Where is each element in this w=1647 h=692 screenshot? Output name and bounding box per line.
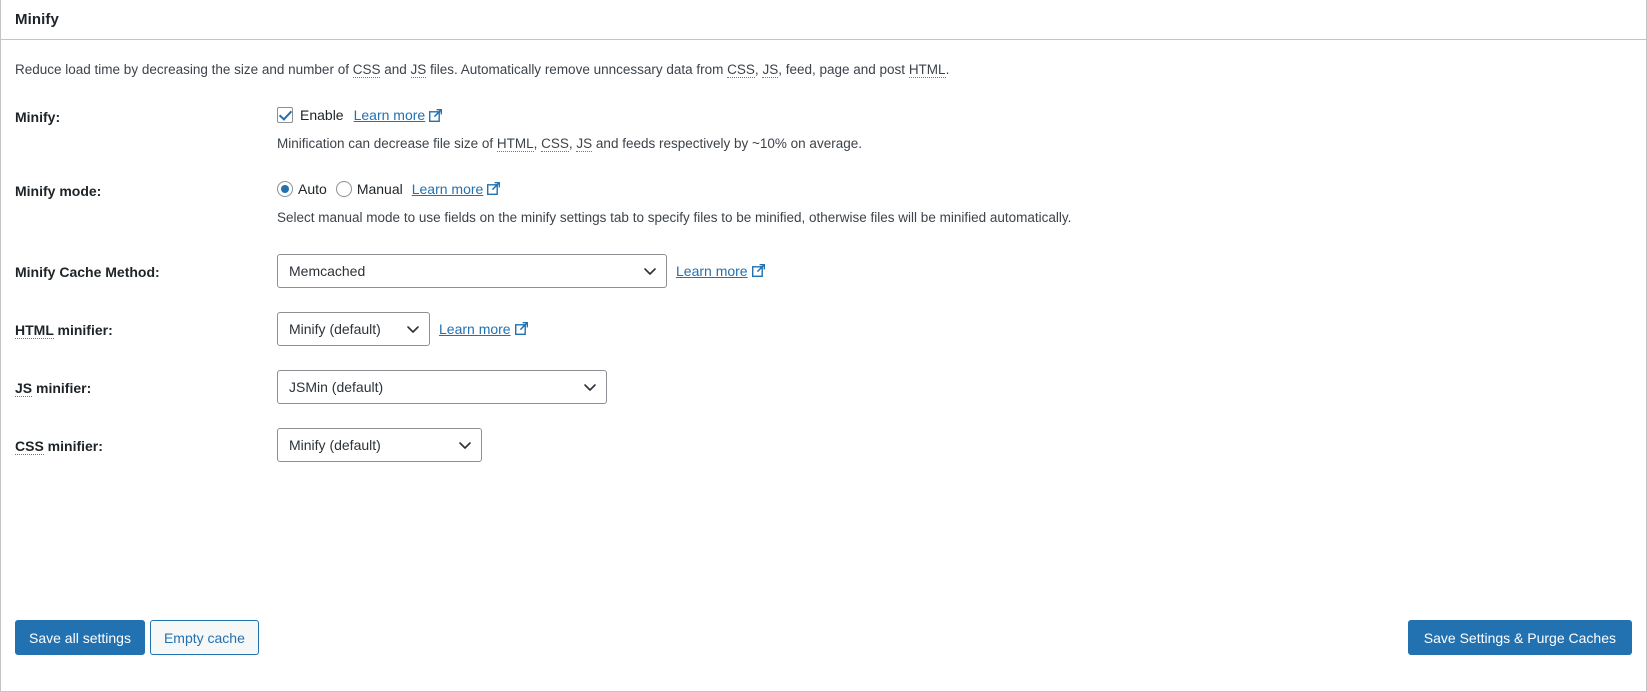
learn-more-text: Learn more: [439, 320, 511, 337]
abbr-html: HTML: [908, 62, 946, 78]
learn-more-text: Learn more: [676, 262, 748, 279]
page-title: Minify: [15, 11, 59, 28]
js-minifier-select-wrap: JSMin (default): [277, 369, 607, 404]
row-label-minify-mode: Minify mode:: [15, 182, 102, 199]
external-link-icon: [751, 264, 765, 278]
minify-mode-manual-radio[interactable]: [335, 180, 352, 197]
intro-seg-1: Reduce load time by decreasing the size …: [15, 62, 353, 77]
minify-mode-manual-label: Manual: [356, 180, 403, 197]
minify-mode-auto-radio[interactable]: [277, 180, 293, 197]
abbr-html: HTML: [496, 136, 534, 153]
html-minifier-select-wrap: Minify (default): [277, 311, 430, 346]
cache-method-select-wrap: Memcached: [277, 253, 667, 288]
abbr-js: JS: [15, 379, 33, 397]
external-link-icon: [487, 182, 501, 195]
save-all-settings-button[interactable]: Save all settings: [15, 620, 145, 655]
external-link-icon: [429, 108, 443, 122]
row-html-minifier: HTML minifier: Minify (default) Learn mo…: [15, 288, 1632, 346]
abbr-css: CSS: [15, 437, 44, 455]
minify-enable-checkbox[interactable]: [277, 107, 293, 124]
row-field-css-minifier: Minify (default): [277, 427, 1632, 462]
abbr-css: CSS: [727, 62, 755, 78]
abbr-js: JS: [762, 62, 779, 78]
learn-more-text: Learn more: [353, 107, 426, 124]
minify-enable-label: Enable: [300, 107, 344, 124]
abbr-js: JS: [576, 136, 593, 153]
html-minifier-select[interactable]: Minify (default): [277, 311, 430, 346]
row-label-js-minifier: JS minifier:: [15, 379, 92, 397]
minify-mode-help-text: Select manual mode to use fields on the …: [277, 209, 1072, 225]
footer-left-group: Save all settings Empty cache: [15, 620, 259, 655]
row-label-minify: Minify:: [15, 109, 61, 126]
empty-cache-button[interactable]: Empty cache: [149, 620, 259, 655]
css-minifier-select-wrap: Minify (default): [277, 427, 482, 462]
minify-settings-panel: Minify Reduce load time by decreasing th…: [0, 0, 1647, 692]
minify-mode-auto-label: Auto: [298, 180, 327, 197]
abbr-css: CSS: [541, 136, 569, 153]
row-label-html-minifier: HTML minifier:: [15, 321, 113, 339]
minify-learn-more-link[interactable]: Learn more: [354, 107, 443, 123]
html-minifier-learn-more-link[interactable]: Learn more: [439, 321, 528, 337]
minify-cache-method-select[interactable]: Memcached: [277, 253, 667, 288]
row-field-minify-mode: Auto Manual Learn more Select manual mod…: [277, 178, 1632, 228]
minify-mode-learn-more-link[interactable]: Learn more: [412, 181, 501, 197]
panel-body: Reduce load time by decreasing the size …: [1, 40, 1646, 691]
row-minify: Minify: Enable Learn more Minification c…: [15, 86, 1632, 154]
row-field-cache-method: Memcached Learn more: [277, 253, 1632, 288]
abbr-css: CSS: [352, 62, 381, 78]
row-field-minify: Enable Learn more Minification can decre…: [277, 104, 1632, 154]
row-label-css-minifier: CSS minifier:: [15, 437, 103, 455]
js-minifier-select[interactable]: JSMin (default): [277, 369, 607, 404]
css-minifier-select[interactable]: Minify (default): [277, 427, 482, 462]
row-css-minifier: CSS minifier: Minify (default): [15, 404, 1632, 462]
row-label-cache-method: Minify Cache Method:: [15, 263, 160, 280]
cache-method-learn-more-link[interactable]: Learn more: [676, 263, 765, 279]
panel-description: Reduce load time by decreasing the size …: [15, 62, 950, 78]
learn-more-text: Learn more: [411, 180, 484, 197]
save-settings-purge-caches-button[interactable]: Save Settings & Purge Caches: [1407, 620, 1632, 655]
row-cache-method: Minify Cache Method: Memcached Learn mor…: [15, 228, 1632, 288]
minify-help-text: Minification can decrease file size of H…: [277, 136, 862, 153]
panel-header: Minify: [1, 0, 1646, 40]
row-js-minifier: JS minifier: JSMin (default): [15, 346, 1632, 404]
row-field-html-minifier: Minify (default) Learn more: [277, 311, 1632, 346]
row-minify-mode: Minify mode: Auto Manual Learn more Sele…: [15, 155, 1632, 228]
footer-actions: Save all settings Empty cache Save Setti…: [15, 620, 1632, 655]
abbr-js: JS: [410, 62, 427, 78]
external-link-icon: [514, 322, 528, 336]
abbr-html: HTML: [15, 321, 54, 339]
row-field-js-minifier: JSMin (default): [277, 369, 1632, 404]
